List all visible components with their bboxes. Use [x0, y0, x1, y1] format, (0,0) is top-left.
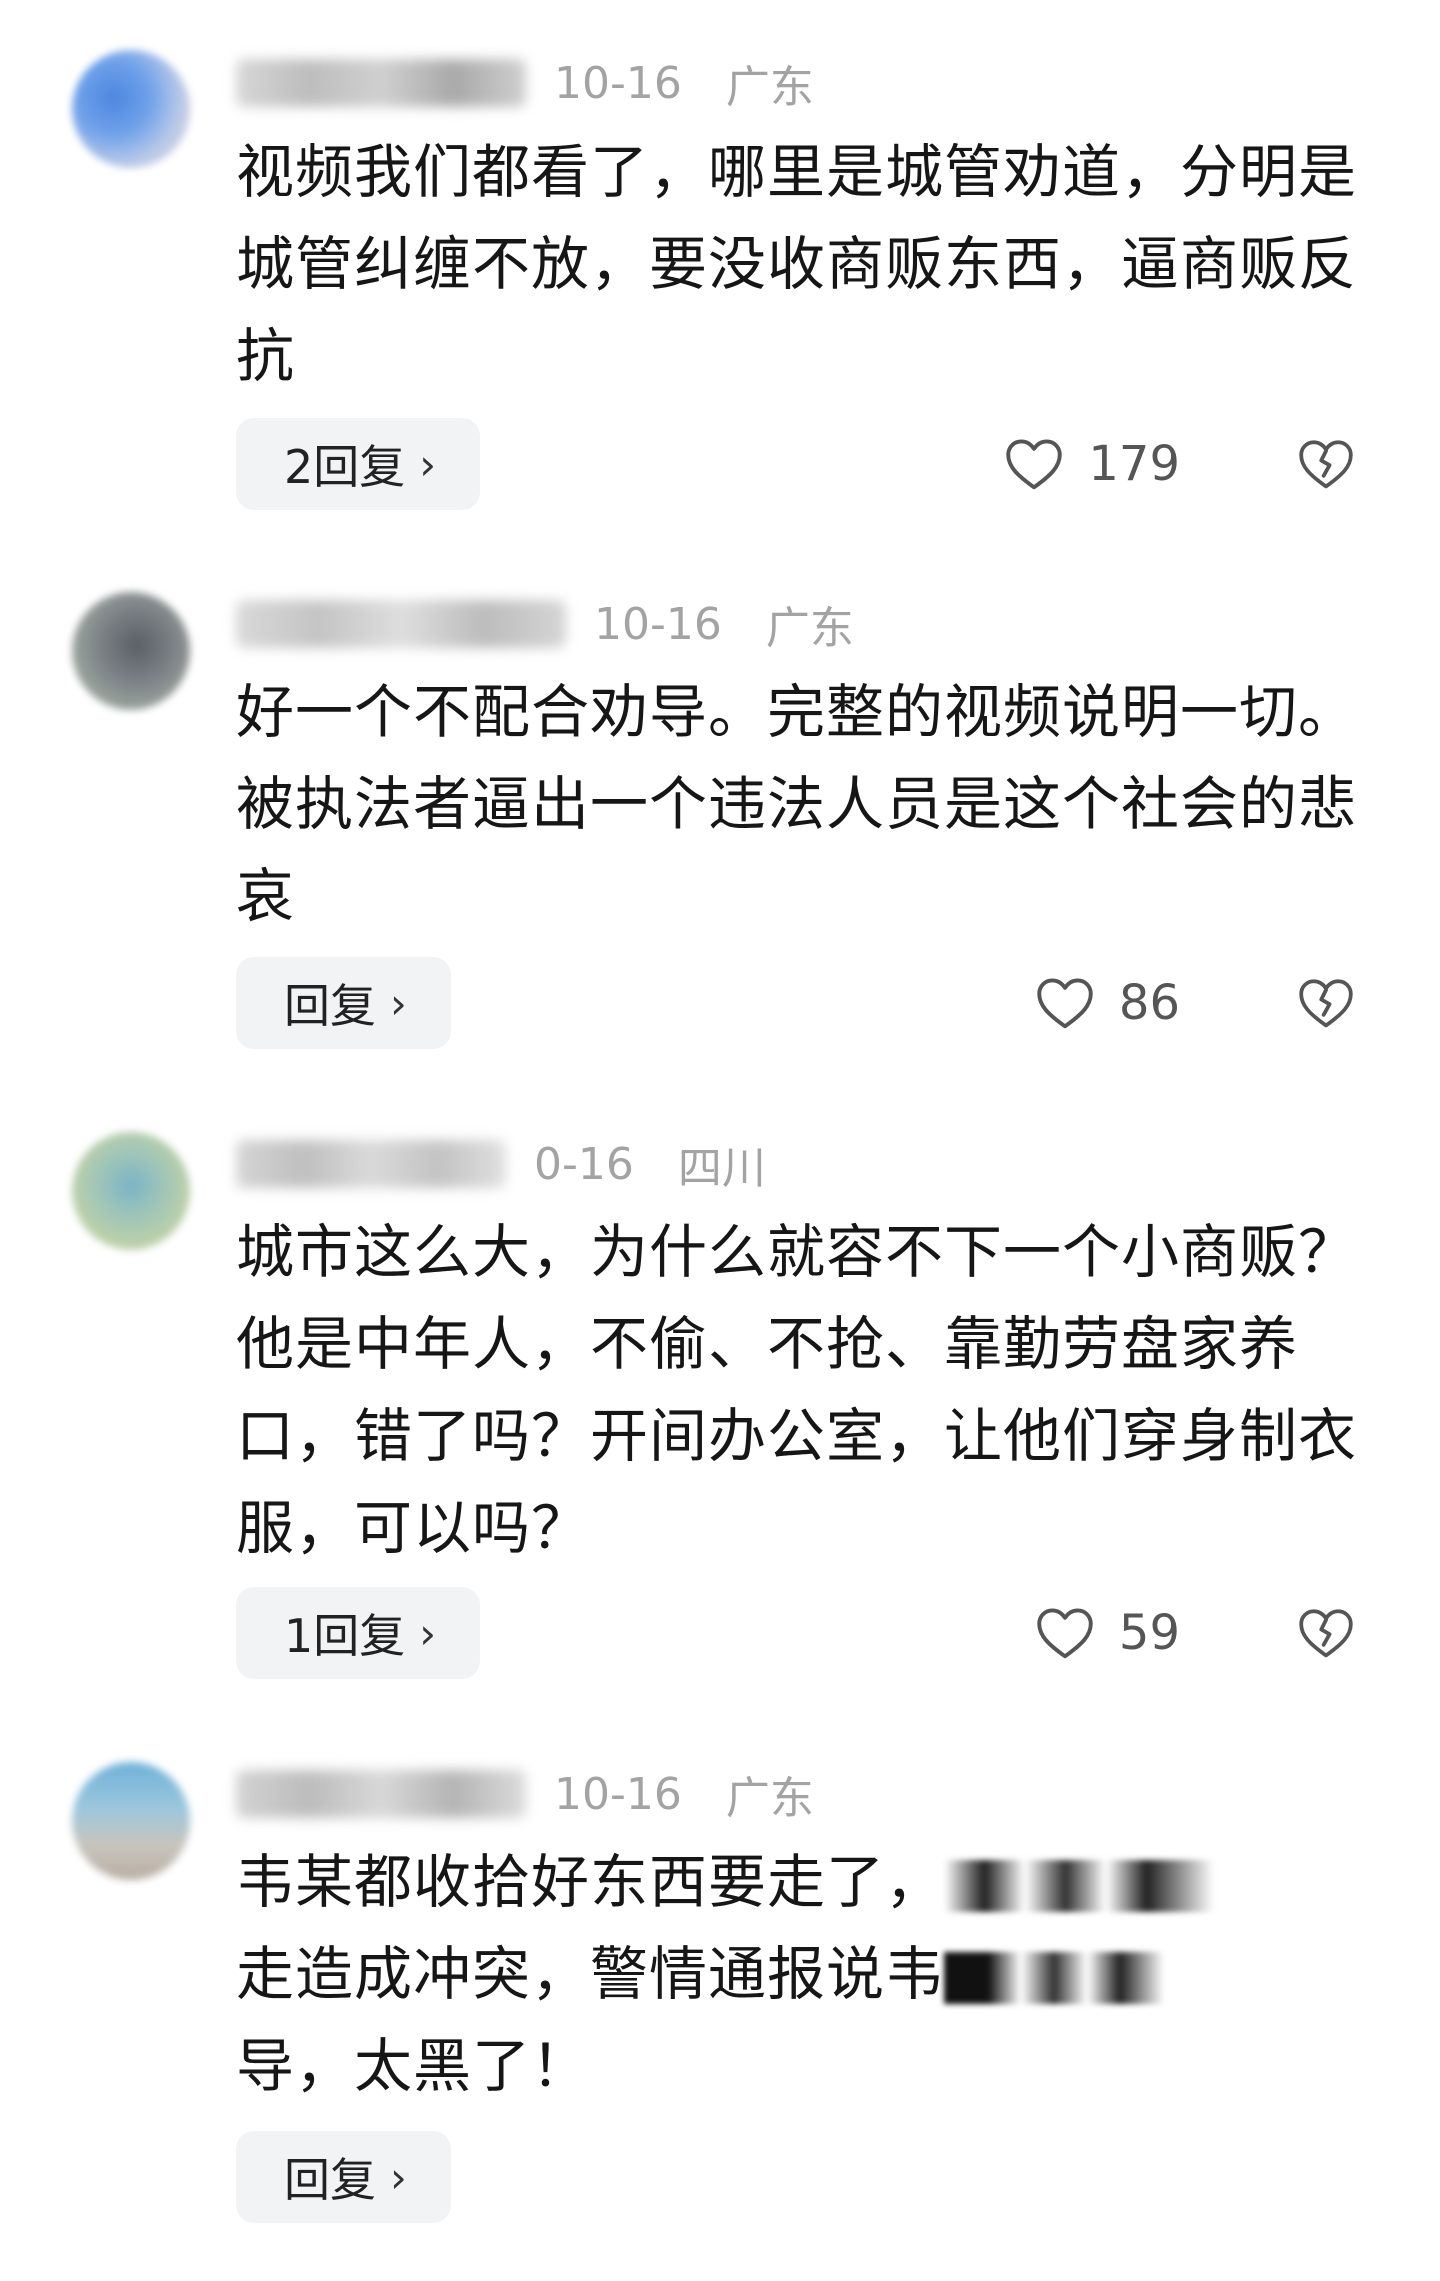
comment-date: 0-16 [534, 1138, 634, 1190]
dislike-button[interactable] [1294, 418, 1358, 510]
like-button[interactable]: 179 [1004, 418, 1180, 510]
comment-meta: 10-16 广东 [236, 53, 814, 113]
username-blurred[interactable] [236, 1140, 506, 1188]
heart-outline-icon [1006, 439, 1063, 490]
comment-text: 视频我们都看了，哪里是城管劝道，分明是城管纠缠不放，要没收商贩东西，逼商贩反抗 [236, 138, 1358, 390]
broken-heart-icon [1299, 440, 1353, 489]
chevron-right-icon: › [419, 1608, 437, 1658]
heart-outline-icon [1037, 978, 1093, 1029]
dislike-button[interactable] [1294, 957, 1358, 1049]
avatar[interactable] [72, 1132, 190, 1250]
comment-location: 广东 [765, 603, 854, 654]
comment-date: 10-16 [594, 598, 722, 650]
comment-text: 城市这么大，为什么就容不下一个小商贩？他是中年人，不偷、不抢、靠勤劳盘家养口，错… [236, 1218, 1358, 1562]
dislike-button[interactable] [1294, 1587, 1358, 1679]
comment-meta: 10-16 广东 [236, 1764, 814, 1824]
redacted-text-mark [944, 1859, 1215, 1912]
chevron-right-icon: › [419, 439, 437, 489]
comment-meta: 10-16 广东 [236, 594, 854, 654]
like-count: 59 [1118, 1605, 1180, 1661]
reply-button[interactable]: 回复 › [236, 2131, 451, 2223]
username-blurred[interactable] [236, 600, 566, 648]
username-blurred[interactable] [236, 59, 526, 107]
reply-label: 1回复 [284, 1609, 406, 1663]
comment-date: 10-16 [554, 1768, 682, 1820]
reply-button[interactable]: 2回复 › [236, 418, 481, 510]
comment-text-line: 走造成冲突，警情通报说韦 [236, 1928, 1366, 2020]
reply-label: 2回复 [284, 440, 406, 494]
comment-meta: 0-16 四川 [236, 1134, 766, 1194]
comment-text-line: 韦某都收拾好东西要走了， [236, 1836, 1366, 1928]
comment-text-line: 导，太黑了！ [236, 2032, 591, 2100]
chevron-right-icon: › [390, 2152, 407, 2202]
avatar[interactable] [72, 50, 190, 168]
like-button[interactable]: 59 [1035, 1587, 1180, 1679]
reply-button[interactable]: 回复 › [236, 957, 451, 1049]
like-button[interactable]: 86 [1035, 957, 1180, 1049]
redacted-text-mark [944, 1951, 1165, 2004]
broken-heart-icon [1299, 979, 1353, 1028]
avatar[interactable] [72, 1762, 190, 1880]
broken-heart-icon [1299, 1609, 1353, 1658]
like-count: 179 [1088, 436, 1180, 492]
comment-text: 韦某都收拾好东西要走了， 走造成冲突，警情通报说韦 导，太黑了！ [236, 1836, 1366, 2112]
username-blurred[interactable] [236, 1770, 526, 1818]
comment-date: 10-16 [554, 57, 682, 109]
comment-location: 四川 [677, 1143, 766, 1194]
comment-location: 广东 [725, 62, 814, 113]
avatar[interactable] [72, 592, 190, 710]
reply-label: 回复 [284, 979, 376, 1033]
chevron-right-icon: › [390, 978, 407, 1028]
reply-button[interactable]: 1回复 › [236, 1587, 481, 1679]
comment-text: 好一个不配合劝导。完整的视频说明一切。被执法者逼出一个违法人员是这个社会的悲哀 [236, 678, 1358, 930]
heart-outline-icon [1037, 1608, 1093, 1659]
reply-label: 回复 [284, 2153, 376, 2207]
like-count: 86 [1118, 975, 1180, 1031]
comment-location: 广东 [725, 1773, 814, 1824]
